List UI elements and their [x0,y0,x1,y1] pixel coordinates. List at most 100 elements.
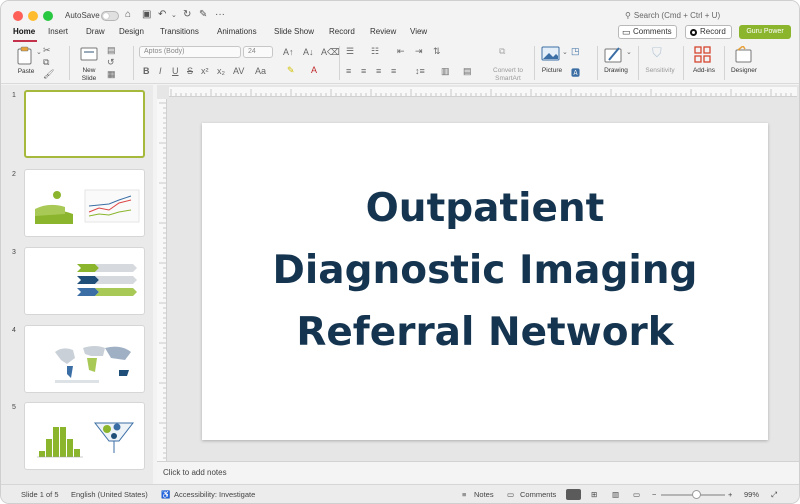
reset-icon[interactable]: ↺ [107,57,115,68]
slide-thumbnail-2[interactable] [24,169,145,237]
slide-thumbnail-5[interactable] [24,402,145,470]
slide-sorter-icon[interactable]: ⊞ [591,490,597,499]
undo-dropdown-icon[interactable]: ⌄ [171,11,177,19]
cut-icon[interactable]: ✂ [43,45,51,56]
comments-status-icon: ▭ [507,490,515,499]
search-box[interactable]: ⚲ Search (Cmd + Ctrl + U) [625,11,720,20]
section-icon[interactable]: ▦ [107,69,116,80]
comments-button[interactable]: ▭ Comments [618,25,677,39]
superscript-icon[interactable]: x² [201,66,209,76]
underline-icon[interactable]: U [172,66,179,76]
line-spacing-icon[interactable]: ↕≡ [415,66,425,76]
tab-insert[interactable]: Insert [48,27,68,36]
bold-icon[interactable]: B [143,66,150,76]
align-right-icon[interactable]: ≡ [376,66,381,76]
new-slide-icon[interactable] [80,46,100,64]
clear-formatting-icon[interactable]: A⌫ [321,47,340,58]
columns-icon[interactable]: ▥ [441,66,450,77]
zoom-level[interactable]: 99% [744,490,759,499]
slide-title-line: Referral Network [296,310,674,355]
tab-review[interactable]: Review [370,27,396,36]
current-slide[interactable]: Outpatient Diagnostic Imaging Referral N… [202,123,768,440]
format-painter-icon[interactable]: 🖌 [43,69,54,80]
fit-to-window-icon[interactable]: ⤢ [771,490,777,500]
language-text[interactable]: English (United States) [71,490,148,499]
redo-icon[interactable]: ↻ [183,9,191,20]
tab-design[interactable]: Design [119,27,144,36]
slide-show-icon[interactable]: ▭ [633,490,640,499]
align-left-icon[interactable]: ≡ [346,66,351,76]
slide-thumbnail-1[interactable] [24,90,145,158]
drawing-dropdown-icon[interactable]: ⌄ [626,48,632,56]
shapes-icon[interactable]: ◳ [571,46,580,57]
normal-view-icon[interactable] [566,489,581,500]
close-window-button[interactable] [13,11,23,21]
copy-icon[interactable]: ⧉ [43,57,49,68]
picture-label: Picture [541,67,563,74]
subscript-icon[interactable]: x₂ [217,66,225,76]
align-text-icon[interactable]: ▤ [463,66,472,77]
add-ins-icon[interactable] [694,46,712,64]
designer-icon[interactable] [734,46,754,64]
highlight-icon[interactable]: ✎ [287,65,295,76]
slide-title-placeholder[interactable]: Outpatient Diagnostic Imaging Referral N… [202,178,768,364]
tab-home[interactable]: Home [13,27,35,36]
slide-position-text: Slide 1 of 5 [21,490,59,499]
comment-icon: ▭ [622,27,631,37]
smartart-icon[interactable]: ⧉ [499,46,505,57]
increase-font-icon[interactable]: A↑ [283,47,294,57]
tab-record[interactable]: Record [329,27,355,36]
zoom-out-button[interactable]: − [652,490,656,499]
slide-number: 4 [12,327,16,334]
record-button[interactable]: Record [685,25,732,39]
comments-toggle-button[interactable]: Comments [520,490,556,499]
text-box-icon[interactable]: 🅰 [571,66,580,79]
slide-thumbnail-3[interactable] [24,247,145,315]
undo-icon[interactable]: ↶ [158,9,166,20]
tab-draw[interactable]: Draw [86,27,105,36]
numbering-icon[interactable]: ☷ [371,46,379,57]
more-icon[interactable]: ··· [215,9,225,20]
increase-indent-icon[interactable]: ⇥ [415,46,423,57]
layout-icon[interactable]: ▤ [107,45,116,56]
text-direction-icon[interactable]: ⇅ [433,46,441,57]
zoom-slider-thumb[interactable] [691,490,701,499]
change-case-icon[interactable]: Aa [255,66,266,76]
strikethrough-icon[interactable]: S [187,66,193,76]
zoom-slider[interactable] [661,490,725,499]
tab-transitions[interactable]: Transitions [160,27,199,36]
customize-icon[interactable]: ✎ [199,9,207,20]
zoom-in-button[interactable]: + [728,490,732,499]
paste-dropdown-icon[interactable]: ⌄ [36,48,42,56]
paste-icon[interactable] [15,46,35,66]
character-spacing-icon[interactable]: AV [233,66,244,76]
italic-icon[interactable]: I [159,66,162,76]
notes-toggle-button[interactable]: Notes [474,490,494,499]
zoom-window-button[interactable] [43,11,53,21]
reading-view-icon[interactable]: ▥ [612,490,619,499]
tab-view[interactable]: View [410,27,427,36]
decrease-indent-icon[interactable]: ⇤ [397,46,405,57]
font-size-box[interactable]: 24 [243,46,273,58]
justify-icon[interactable]: ≡ [391,66,396,76]
guru-power-button[interactable]: Guru Power [739,25,791,39]
save-icon[interactable]: ▣ [142,9,151,20]
bullets-icon[interactable]: ☰ [346,46,354,57]
font-name-box[interactable]: Aptos (Body) [139,46,241,58]
drawing-icon[interactable] [604,46,624,64]
minimize-window-button[interactable] [28,11,38,21]
tab-animations[interactable]: Animations [217,27,257,36]
ribbon-divider [339,46,340,80]
picture-icon[interactable] [541,46,561,62]
tab-slide-show[interactable]: Slide Show [274,27,314,36]
decrease-font-icon[interactable]: A↓ [303,47,314,57]
font-color-icon[interactable]: A [311,65,317,75]
align-center-icon[interactable]: ≡ [361,66,366,76]
picture-dropdown-icon[interactable]: ⌄ [562,48,568,56]
slide-thumbnail-4[interactable] [24,325,145,393]
accessibility-status[interactable]: Accessibility: Investigate [174,490,255,499]
sensitivity-icon[interactable]: ⛉ [652,45,662,61]
home-icon[interactable]: ⌂ [125,9,131,20]
notes-pane[interactable]: Click to add notes [157,461,799,483]
autosave-toggle[interactable] [101,11,119,21]
